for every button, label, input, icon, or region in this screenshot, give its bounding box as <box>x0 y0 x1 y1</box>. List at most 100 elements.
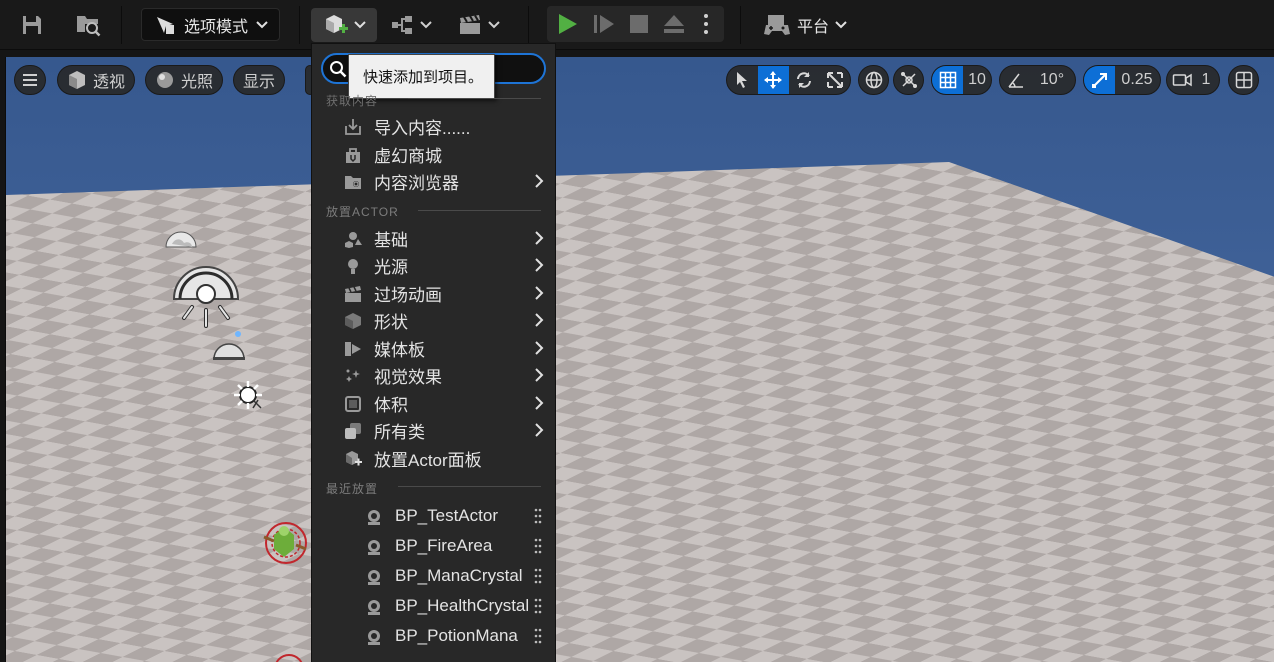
cube-icon <box>69 71 85 89</box>
mode-select-button[interactable]: 选项模式 <box>141 8 280 41</box>
add-actor-icon <box>325 15 348 33</box>
menu-item-content-browser[interactable]: 内容浏览器 <box>312 168 555 195</box>
more-vertical-icon <box>704 14 708 34</box>
viewport-layout-button[interactable] <box>1228 65 1259 95</box>
recent-item[interactable]: BP_PotionMana <box>312 621 555 651</box>
blueprint-actor-icon <box>368 540 380 555</box>
scale-snap-group[interactable]: 0.25 <box>1083 65 1161 95</box>
surface-snap-button[interactable] <box>893 65 924 95</box>
scale-arrow-icon <box>1091 73 1107 88</box>
content-browser-icon <box>345 176 361 189</box>
quick-add-button[interactable] <box>311 8 377 42</box>
drag-handle-icon[interactable] <box>534 508 542 524</box>
basic-icon <box>345 232 362 248</box>
menu-item-import[interactable]: 导入内容...... <box>312 113 555 140</box>
drag-handle-icon[interactable] <box>534 598 542 614</box>
platforms-button[interactable]: 平台 <box>760 8 850 42</box>
rotate-icon <box>796 72 811 88</box>
chevron-down-icon <box>256 20 268 28</box>
move-arrows-icon <box>764 71 783 89</box>
translate-tool-button[interactable] <box>757 66 789 94</box>
scale-tool-button[interactable] <box>819 66 850 94</box>
play-icon <box>559 14 577 34</box>
light-bulb-icon <box>348 259 358 274</box>
advance-frame-button[interactable] <box>592 13 616 35</box>
save-button[interactable] <box>16 8 48 42</box>
recent-item[interactable]: BP_ManaCrystal <box>312 561 555 591</box>
marketplace-icon <box>346 148 360 163</box>
recent-item[interactable]: BP_HealthCrystal <box>312 591 555 621</box>
play-options-button[interactable] <box>702 12 710 36</box>
chevron-right-icon <box>535 313 544 327</box>
viewport-options-button[interactable] <box>14 65 46 95</box>
menu-item-volumes[interactable]: 体积 <box>312 390 555 417</box>
cinematics-button[interactable] <box>454 8 504 42</box>
scale-snap-toggle[interactable] <box>1084 66 1115 94</box>
menu-item-place-actors-panel[interactable]: 放置Actor面板 <box>312 445 555 472</box>
grid-snap-value[interactable]: 10 <box>963 66 991 94</box>
level-viewport[interactable]: 透视 光照 显示 10 10° 0.25 1 <box>5 57 1274 662</box>
menu-item-all-classes[interactable]: 所有类 <box>312 417 555 444</box>
section-recently-placed: 最近放置 <box>326 482 379 496</box>
camera-speed-group[interactable]: 1 <box>1166 65 1220 95</box>
content-browser-button[interactable] <box>70 8 106 42</box>
import-icon <box>345 119 361 135</box>
grid-snap-group[interactable]: 10 <box>931 65 992 95</box>
drag-handle-icon[interactable] <box>534 628 542 644</box>
stop-icon <box>630 15 648 33</box>
angle-icon <box>1007 73 1023 88</box>
rotate-tool-button[interactable] <box>789 66 820 94</box>
world-local-button[interactable] <box>858 65 889 95</box>
viewport-scene <box>6 57 1274 662</box>
play-controls <box>547 6 724 42</box>
chevron-right-icon <box>535 341 544 355</box>
place-actors-icon <box>346 451 362 466</box>
rotation-snap-group[interactable]: 10° <box>999 65 1076 95</box>
menu-item-visual-effects[interactable]: 视觉效果 <box>312 362 555 389</box>
rotation-snap-value[interactable]: 10° <box>1031 66 1073 94</box>
camera-speed-toggle[interactable] <box>1167 66 1197 94</box>
show-button[interactable]: 显示 <box>233 65 286 95</box>
blueprint-actor-icon <box>368 630 380 645</box>
drag-handle-icon[interactable] <box>534 538 542 554</box>
gamepad-icon <box>763 15 790 35</box>
menu-item-shapes[interactable]: 形状 <box>312 307 555 334</box>
menu-item-media[interactable]: 媒体板 <box>312 335 555 362</box>
scale-icon <box>826 72 843 88</box>
grid-icon <box>939 71 956 89</box>
menu-item-marketplace[interactable]: 虚幻商城 <box>312 141 555 168</box>
blueprint-actor-icon <box>368 600 380 615</box>
select-tool-button[interactable] <box>727 66 758 94</box>
scale-snap-value[interactable]: 0.25 <box>1115 66 1159 94</box>
eject-button[interactable] <box>663 13 685 35</box>
camera-speed-value[interactable]: 1 <box>1197 66 1215 94</box>
blueprint-icon <box>392 16 412 34</box>
section-place-actor: 放置ACTOR <box>326 205 399 219</box>
blueprints-button[interactable] <box>386 8 436 42</box>
chevron-down-icon <box>353 21 366 29</box>
stop-button[interactable] <box>629 14 649 34</box>
chevron-right-icon <box>535 368 544 382</box>
all-classes-icon <box>345 423 361 439</box>
lighting-label: 光照 <box>181 74 214 91</box>
chevron-right-icon <box>535 231 544 245</box>
recent-item[interactable]: BP_FireArea <box>312 531 555 561</box>
folder-search-icon <box>77 16 101 37</box>
menu-item-cinematics[interactable]: 过场动画 <box>312 280 555 307</box>
menu-item-basic[interactable]: 基础 <box>312 225 555 252</box>
lighting-button[interactable]: 光照 <box>145 65 224 95</box>
blueprint-actor-icon <box>368 570 380 585</box>
rotation-snap-toggle[interactable] <box>1000 66 1031 94</box>
perspective-label: 透视 <box>93 74 126 91</box>
play-button[interactable] <box>556 13 578 35</box>
recent-item[interactable]: BP_TestActor <box>312 501 555 531</box>
drag-handle-icon[interactable] <box>534 568 542 584</box>
perspective-button[interactable]: 透视 <box>57 65 136 95</box>
grid-snap-toggle[interactable] <box>932 66 963 94</box>
blueprint-actor-icon <box>368 510 380 525</box>
volume-box-icon <box>345 396 361 412</box>
select-mode-icon <box>157 16 174 34</box>
menu-item-lights[interactable]: 光源 <box>312 252 555 279</box>
transform-tools <box>726 65 851 95</box>
layout-grid-icon <box>1235 71 1252 89</box>
